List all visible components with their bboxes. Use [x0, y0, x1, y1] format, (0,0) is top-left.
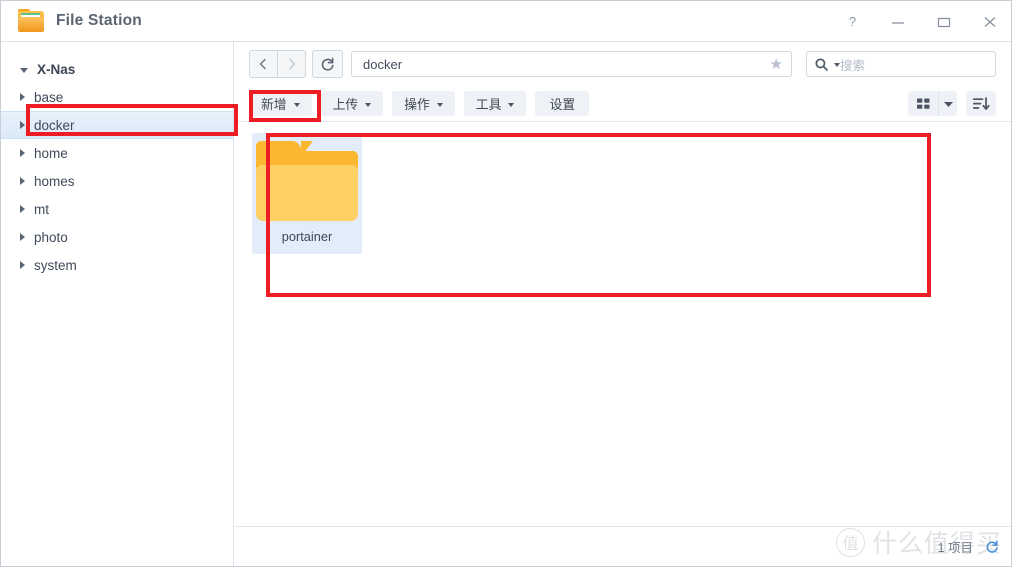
- navigation-bar: docker ★ 搜索: [235, 42, 1011, 86]
- toolbar-button-label: 操作: [404, 97, 430, 112]
- title-bar: File Station ?: [1, 1, 1011, 42]
- file-grid: portainer: [235, 122, 1011, 254]
- toolbar-button-new[interactable]: 新增: [249, 91, 312, 116]
- title-bar-left: File Station: [1, 8, 142, 32]
- sidebar-item-label: docker: [34, 117, 75, 133]
- sidebar-item-base[interactable]: base: [1, 83, 233, 111]
- tree-root-x-nas[interactable]: X-Nas: [1, 55, 233, 83]
- folder-tree: X-Nas base docker home homes mt photo sy…: [1, 55, 233, 279]
- search-box[interactable]: 搜索: [806, 51, 996, 77]
- toolbar-button-label: 上传: [332, 97, 359, 112]
- sidebar-item-homes[interactable]: homes: [1, 167, 233, 195]
- file-list-area[interactable]: portainer: [235, 121, 1011, 566]
- toolbar-button-label: 工具: [475, 97, 502, 112]
- grid-view-icon[interactable]: [908, 91, 938, 116]
- chevron-down-icon: [508, 102, 515, 107]
- search-icon: [815, 57, 828, 71]
- item-count-label: 1 项目: [937, 541, 973, 555]
- help-icon[interactable]: ?: [829, 1, 875, 42]
- toolbar-button-label: 新增: [261, 97, 287, 112]
- chevron-down-icon: [436, 102, 443, 107]
- window-controls: ?: [829, 1, 1011, 42]
- chevron-right-icon: [20, 233, 25, 241]
- refresh-icon[interactable]: [985, 540, 999, 554]
- file-station-window: File Station ? X-Nas base docker home ho…: [0, 0, 1012, 567]
- app-title: File Station: [56, 12, 142, 29]
- sidebar-item-system[interactable]: system: [1, 251, 233, 279]
- file-item-portainer[interactable]: portainer: [252, 133, 362, 254]
- toolbar-button-upload[interactable]: 上传: [320, 91, 384, 116]
- chevron-right-icon: [20, 93, 25, 101]
- sidebar: X-Nas base docker home homes mt photo sy…: [1, 42, 234, 566]
- status-bar: 1 项目: [235, 526, 1011, 566]
- sidebar-item-label: system: [34, 257, 77, 273]
- minimize-icon[interactable]: [875, 1, 921, 42]
- sort-descending-icon[interactable]: [966, 91, 996, 116]
- path-input[interactable]: docker: [363, 57, 764, 72]
- nav-history-group: [249, 50, 306, 78]
- chevron-down-icon[interactable]: [938, 91, 957, 116]
- chevron-down-icon: [293, 102, 300, 107]
- sidebar-item-label: base: [34, 89, 64, 105]
- toolbar-button-action[interactable]: 操作: [392, 91, 455, 116]
- chevron-right-icon: [20, 261, 25, 269]
- sidebar-item-label: photo: [34, 229, 68, 245]
- chevron-down-icon: [20, 67, 28, 73]
- sidebar-item-label: homes: [34, 173, 75, 189]
- sidebar-item-docker[interactable]: docker: [1, 111, 233, 139]
- chevron-right-icon: [20, 177, 25, 185]
- folder-icon: [256, 141, 358, 221]
- chevron-right-icon: [20, 205, 25, 213]
- action-toolbar: 新增 上传 操作 工具 设置: [235, 86, 1011, 121]
- star-icon[interactable]: ★: [764, 57, 783, 72]
- sidebar-item-home[interactable]: home: [1, 139, 233, 167]
- toolbar-button-settings[interactable]: 设置: [535, 91, 590, 116]
- sidebar-item-label: mt: [34, 201, 49, 217]
- search-input[interactable]: 搜索: [840, 55, 865, 74]
- refresh-button[interactable]: [312, 50, 343, 78]
- file-item-label: portainer: [281, 229, 333, 244]
- view-mode-switcher[interactable]: [908, 91, 957, 116]
- sidebar-item-mt[interactable]: mt: [1, 195, 233, 223]
- path-bar[interactable]: docker ★: [351, 51, 792, 77]
- chevron-down-icon: [365, 102, 372, 107]
- sidebar-item-photo[interactable]: photo: [1, 223, 233, 251]
- maximize-icon[interactable]: [921, 1, 967, 42]
- tree-root-label: X-Nas: [37, 61, 76, 77]
- forward-button[interactable]: [277, 51, 305, 77]
- chevron-right-icon: [20, 149, 25, 157]
- sidebar-item-label: home: [34, 145, 68, 161]
- svg-text:?: ?: [848, 15, 855, 29]
- chevron-right-icon: [20, 121, 25, 129]
- main-panel: docker ★ 搜索 新增 上传 操作 工具 设置 portainer: [235, 42, 1011, 566]
- back-button[interactable]: [250, 51, 277, 77]
- folder-app-icon: [18, 8, 44, 32]
- toolbar-button-tools[interactable]: 工具: [463, 91, 527, 116]
- toolbar-button-label: 设置: [549, 97, 576, 112]
- close-icon[interactable]: [967, 1, 1011, 42]
